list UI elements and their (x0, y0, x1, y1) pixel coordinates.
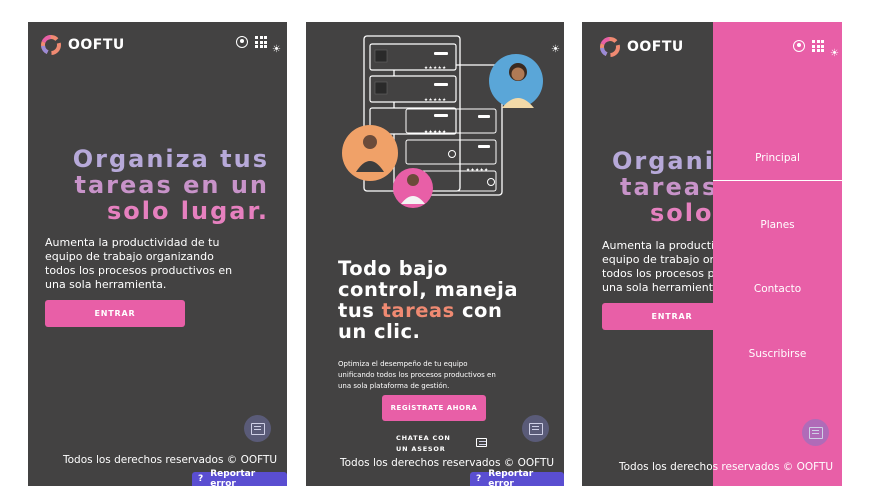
chat-button[interactable] (522, 415, 549, 442)
brand-name: OOFTU (68, 37, 125, 53)
rating-stars: ★★★★★ (466, 168, 489, 173)
apps-grid-icon[interactable] (255, 36, 267, 48)
chat-advisor-link[interactable]: CHATEA CON UN ASESOR (396, 433, 451, 455)
heading-line: Todo bajo (338, 257, 448, 280)
header-actions (236, 36, 267, 48)
chat-button[interactable] (244, 415, 271, 442)
menu-item-contacto[interactable]: Contacto (713, 283, 842, 295)
info-icon (448, 150, 456, 158)
hero-illustration (342, 35, 543, 208)
hero-heading: Organiza tus tareas en un solo lugar. (73, 146, 269, 224)
advisor-line: UN ASESOR (396, 445, 446, 453)
description-line: Optimiza el desempeño de tu equipo (338, 360, 468, 368)
register-button[interactable]: REGÍSTRATE AHORA (382, 395, 486, 421)
avatar-man-laptop (393, 168, 433, 208)
rating-stars: ★★★★★ (424, 130, 447, 135)
brand-name: OOFTU (627, 39, 684, 55)
landing-heading: Todo bajo control, maneja tus tareas con… (338, 258, 518, 342)
landing-description: Optimiza el desempeño de tu equipo unifi… (338, 359, 538, 392)
description-line: todos los procesos productivos en (45, 264, 233, 277)
heading-text: con (454, 299, 503, 322)
brightness-icon[interactable]: ☀ (830, 48, 839, 59)
footer-copyright: Todos los derechos reservados © OOFTU (340, 457, 555, 469)
menu-divider (713, 180, 842, 181)
chat-button[interactable] (802, 419, 829, 446)
report-error-label: Reportar error (210, 469, 256, 486)
brand-logo[interactable]: OOFTU (599, 36, 684, 58)
description-line: equipo de trabajo organizando (45, 250, 214, 263)
help-icon: ? (476, 474, 482, 484)
footer-copyright: Todos los derechos reservados © OOFTU (619, 461, 834, 473)
brand-logo[interactable]: OOFTU (40, 34, 125, 56)
report-error-button[interactable]: ? Reportar error (470, 469, 564, 486)
description-line: una sola plataforma de gestión. (338, 382, 450, 390)
nav-drawer: Principal Planes Contacto Suscribirse (713, 22, 842, 486)
screen-menu-open: OOFTU Organiza tus tareas en un solo lug… (582, 22, 842, 486)
header-actions (793, 40, 824, 52)
screen-landing: ☀ ★★★★★ ★★★★★ ★★★★★ ★★★★★ Todo bajo cont… (306, 22, 564, 486)
user-icon[interactable] (793, 40, 805, 52)
user-icon[interactable] (236, 36, 248, 48)
hero-line-2: tareas en un (74, 171, 269, 199)
chat-icon[interactable] (476, 438, 487, 447)
logo-icon (600, 37, 620, 57)
task-card (405, 139, 497, 165)
logo-icon (41, 35, 61, 55)
heading-line: un clic. (338, 320, 421, 343)
advisor-line: CHATEA CON (396, 434, 451, 442)
chat-icon (528, 422, 543, 435)
help-icon: ? (198, 474, 204, 484)
add-icon (487, 178, 495, 186)
footer-copyright: Todos los derechos reservados © OOFTU (63, 454, 278, 466)
hero-line-3: solo lugar. (106, 197, 269, 225)
heading-line: control, maneja (338, 278, 518, 301)
hero-line-1: Organiza tus (72, 145, 269, 173)
heading-line: tus tareas con (338, 300, 518, 321)
menu-item-planes[interactable]: Planes (713, 219, 842, 231)
report-error-label: Reportar error (488, 469, 534, 486)
report-error-button[interactable]: ? Reportar error (192, 469, 287, 486)
menu-item-suscribirse[interactable]: Suscribirse (713, 348, 842, 360)
avatar-woman-laptop (489, 54, 543, 108)
rating-stars: ★★★★★ (424, 98, 447, 103)
heading-highlight: tareas (381, 299, 455, 322)
avatar-woman-desk (342, 125, 398, 181)
hero-description: Aumenta la productividad de tu equipo de… (45, 236, 232, 292)
description-line: una sola herramienta. (45, 278, 167, 291)
rating-stars: ★★★★★ (424, 66, 447, 71)
chat-icon (808, 426, 823, 439)
menu-item-principal[interactable]: Principal (713, 152, 842, 164)
apps-grid-icon[interactable] (812, 40, 824, 52)
heading-text: tus (338, 299, 382, 322)
brightness-icon[interactable]: ☀ (272, 44, 281, 55)
enter-button[interactable]: ENTRAR (45, 300, 185, 327)
screen-home: OOFTU ☀ Organiza tus tareas en un solo l… (28, 22, 287, 486)
description-line: Aumenta la productividad de tu (45, 236, 220, 249)
chat-icon (250, 422, 265, 435)
description-line: unificando todos los procesos productivo… (338, 371, 496, 379)
